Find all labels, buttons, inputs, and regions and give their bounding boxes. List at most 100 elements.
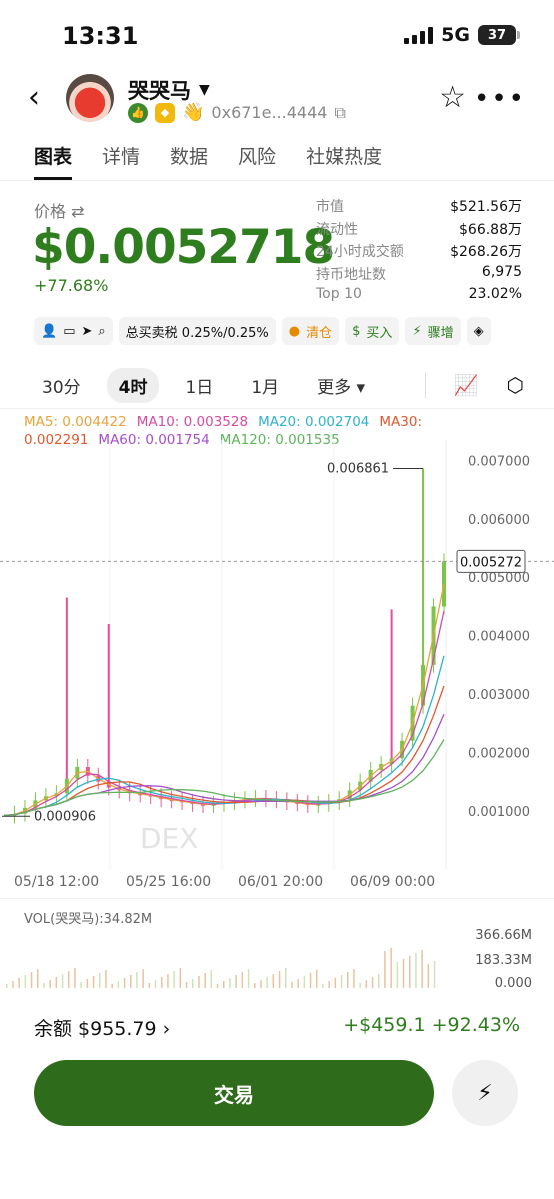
volume-bar: [278, 971, 281, 988]
tab-item[interactable]: 图表: [34, 142, 73, 180]
volume-bar: [99, 973, 101, 988]
volume-bar: [371, 977, 374, 988]
volume-bar: [260, 980, 262, 988]
volume-bar: [241, 972, 244, 988]
stat-value: $521.56万: [450, 199, 522, 215]
stat-value: $268.26万: [450, 244, 522, 260]
tab-item[interactable]: 风险: [238, 142, 276, 180]
volume-bar: [198, 976, 200, 988]
search-icon[interactable]: ⌕: [98, 324, 105, 339]
volume-bar: [74, 968, 76, 988]
tab-item[interactable]: 详情: [102, 142, 140, 180]
ma-line: [3, 583, 445, 817]
status-time: 13:31: [62, 22, 139, 50]
stat-key: 24小时成交额: [316, 244, 404, 260]
candle-body: [442, 561, 446, 607]
volume-bar: [216, 984, 219, 988]
more-icon[interactable]: •••: [474, 84, 526, 114]
volume-bar: [185, 982, 188, 988]
thumb-icon: 👍: [128, 102, 148, 123]
volume-bar: [173, 971, 175, 988]
trade-button[interactable]: 交易: [34, 1060, 434, 1126]
volume-bar: [235, 975, 237, 988]
buy-chip[interactable]: $ 买入: [345, 317, 400, 345]
stat-value: 23.02%: [468, 286, 522, 302]
divider: [0, 408, 554, 409]
volume-bar: [142, 969, 144, 988]
volume-bar: [266, 977, 268, 988]
price-change: +77.68%: [34, 276, 109, 295]
volume-bar: [161, 977, 163, 988]
battery-icon: 37: [478, 25, 520, 45]
tax-chip[interactable]: 总买卖税 0.25%/0.25%: [118, 317, 276, 345]
stat-key: Top 10: [316, 286, 362, 302]
chart-tools: 📈 ⬡: [424, 372, 524, 398]
price-chart[interactable]: 0.007000 0.006000 0.005000 0.004000 0.003000…: [0, 440, 554, 870]
star-icon[interactable]: ☆: [439, 80, 466, 115]
volume-bar: [136, 972, 138, 988]
timeframe-option[interactable]: 4时: [106, 368, 160, 403]
volume-bar: [402, 959, 405, 988]
bolt-icon: ⚡: [477, 1080, 493, 1106]
timeframe-option[interactable]: 1日: [173, 368, 225, 403]
indicator-icon[interactable]: 📈: [454, 373, 479, 397]
volume-bar: [427, 964, 430, 988]
timeframe-option[interactable]: 1月: [239, 368, 291, 403]
clear-position-button[interactable]: ● 清仓: [281, 317, 340, 345]
volume-chart: [6, 948, 436, 988]
volume-bar: [303, 976, 306, 988]
settings-icon[interactable]: ⬡: [507, 373, 524, 397]
token-name-selector[interactable]: 哭哭马 ▼: [128, 75, 210, 105]
pnl-value: +$459.1 +92.43%: [343, 1014, 520, 1036]
tab-item[interactable]: 社媒热度: [306, 142, 382, 180]
balance-link[interactable]: 余额 $955.79 ›: [34, 1014, 170, 1041]
volume-bar: [210, 970, 213, 988]
tab-item[interactable]: 数据: [170, 142, 208, 180]
volume-bar: [18, 978, 20, 988]
price-value: $0.0052718: [32, 220, 335, 275]
volume-bar: [254, 983, 256, 988]
low-label: 0.000906: [34, 809, 96, 824]
volume-bar: [390, 948, 392, 988]
volume-bar: [396, 962, 399, 988]
volume-bar: [111, 984, 113, 988]
watermark: DEX: [140, 822, 198, 855]
volume-bar: [353, 969, 355, 988]
signal-icon: [404, 26, 434, 44]
volume-bar: [322, 984, 324, 988]
volume-bar: [247, 969, 250, 988]
stat-row: Top 10 23.02%: [316, 286, 522, 309]
social-links[interactable]: 👤 ▭ ➤ ⌕: [34, 317, 113, 345]
volume-bar: [334, 978, 337, 988]
window-icon[interactable]: ▭: [63, 324, 75, 339]
volume-bar: [421, 950, 423, 988]
surge-chip[interactable]: ⚡ 骤增: [405, 317, 461, 345]
telegram-icon[interactable]: ➤: [81, 324, 92, 339]
volume-bar: [24, 975, 27, 988]
volume-bar: [154, 980, 157, 988]
volume-bar: [30, 972, 33, 988]
cube-icon[interactable]: ◈: [466, 317, 491, 345]
x-tick-label: 05/25 16:00: [126, 874, 212, 890]
user-icon[interactable]: 👤: [41, 324, 57, 339]
volume-bar: [291, 982, 293, 988]
volume-bar: [92, 976, 95, 988]
volume-bar: [285, 968, 287, 988]
token-avatar: [66, 74, 114, 122]
timeframe-option[interactable]: 30分: [30, 368, 93, 403]
y-tick-label: 0.003000: [468, 688, 530, 703]
network-type: 5G: [441, 24, 470, 46]
back-icon[interactable]: ‹: [28, 80, 40, 115]
quick-trade-button[interactable]: ⚡: [452, 1060, 518, 1126]
high-label: 0.006861: [327, 462, 389, 477]
volume-bar: [328, 981, 330, 988]
volume-bar: [347, 972, 349, 988]
copy-icon[interactable]: ⧉: [334, 103, 345, 123]
tab-bar: 图表 详情 数据 风险 社媒热度: [34, 142, 382, 180]
volume-bar: [297, 979, 299, 988]
y-tick-label: 0.005000: [468, 571, 530, 586]
volume-bar: [415, 953, 417, 988]
timeframe-more[interactable]: 更多 ▾: [305, 368, 377, 403]
stat-row: 24小时成交额 $268.26万: [316, 241, 522, 264]
ma-line: [3, 714, 445, 817]
